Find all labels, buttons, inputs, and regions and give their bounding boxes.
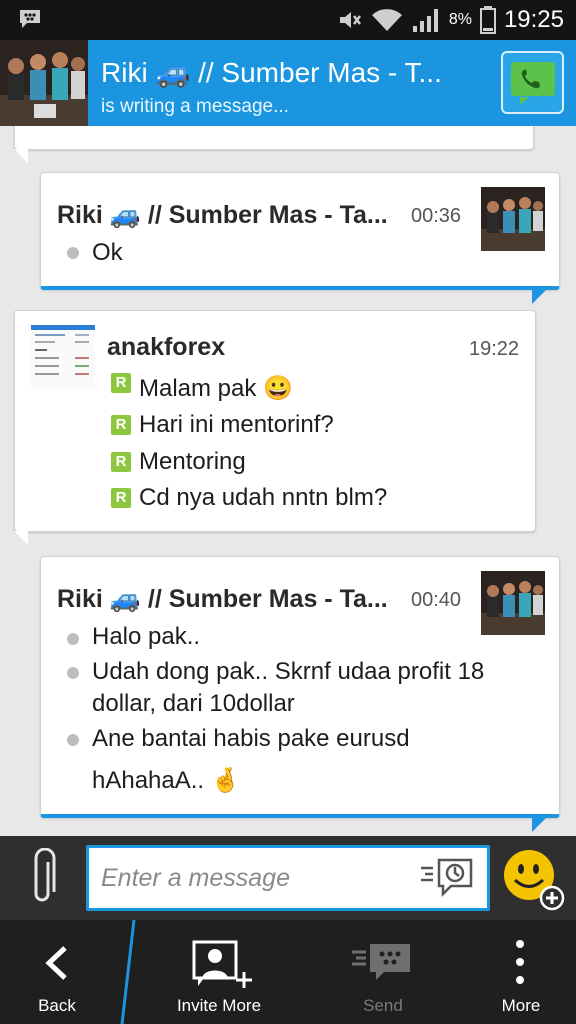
message-sender: Riki 🚙 // Sumber Mas - Ta... bbox=[57, 585, 388, 613]
composer-bar bbox=[0, 836, 576, 920]
contact-name[interactable]: Riki 🚙 // Sumber Mas - T... bbox=[101, 56, 501, 89]
message-text: Ok bbox=[92, 239, 123, 266]
status-bar: 8% 19:25 bbox=[0, 0, 576, 40]
back-chevron-icon bbox=[45, 946, 67, 980]
typing-status: is writing a message... bbox=[101, 96, 289, 117]
overflow-menu-icon bbox=[516, 940, 524, 984]
message-time: 00:40 bbox=[411, 589, 462, 611]
r-sticker-icon: R bbox=[111, 488, 131, 508]
message-sender: Riki 🚙 // Sumber Mas - Ta... bbox=[57, 201, 388, 229]
message-text: Ane bantai habis pake eurusd bbox=[92, 725, 410, 752]
back-button[interactable]: Back bbox=[0, 920, 114, 1024]
message-text: Halo pak.. bbox=[92, 623, 201, 650]
mute-icon bbox=[339, 12, 361, 28]
message-bullet bbox=[67, 667, 79, 679]
action-bar: Back Invite More Send More bbox=[0, 920, 576, 1024]
contact-avatar[interactable] bbox=[0, 40, 88, 126]
chat-header[interactable]: Riki 🚙 // Sumber Mas - T... is writing a… bbox=[0, 40, 576, 126]
message-list[interactable]: Riki 🚙 // Sumber Mas - Ta... 00:36 Ok an… bbox=[0, 126, 576, 836]
previous-message-edge bbox=[14, 126, 534, 150]
send-label: Send bbox=[363, 996, 403, 1015]
message-text: dollar, dari 10dollar bbox=[92, 690, 295, 717]
ping-clock-icon[interactable] bbox=[419, 854, 475, 900]
message-bubble[interactable]: Riki 🚙 // Sumber Mas - Ta... 00:40 Halo … bbox=[40, 556, 560, 818]
battery-percent: 8% bbox=[448, 11, 472, 28]
more-button[interactable]: More bbox=[466, 920, 576, 1024]
message-text: Cd nya udah nntn blm? bbox=[139, 484, 388, 511]
message-time: 19:22 bbox=[469, 338, 520, 360]
message-sender: anakforex bbox=[107, 333, 226, 361]
invite-more-button[interactable]: Invite More bbox=[138, 920, 300, 1024]
message-text: Malam pak 😀 bbox=[139, 375, 293, 402]
message-bullet bbox=[67, 247, 79, 259]
invite-more-label: Invite More bbox=[176, 996, 262, 1015]
more-label: More bbox=[501, 996, 541, 1015]
sender-avatar[interactable] bbox=[31, 325, 95, 389]
message-text: Mentoring bbox=[139, 448, 246, 475]
signal-icon bbox=[412, 9, 438, 32]
send-button[interactable]: Send bbox=[310, 920, 456, 1024]
action-bar-divider bbox=[120, 920, 136, 1024]
message-bullet bbox=[67, 633, 79, 645]
sender-avatar[interactable] bbox=[481, 571, 545, 635]
r-sticker-icon: R bbox=[111, 373, 131, 393]
r-sticker-icon: R bbox=[111, 415, 131, 435]
phone-icon bbox=[510, 61, 555, 105]
back-label: Back bbox=[38, 996, 76, 1015]
invite-contact-icon bbox=[192, 940, 252, 988]
message-text: hAhahaA.. 🤞 bbox=[92, 767, 241, 794]
attach-paperclip-icon[interactable] bbox=[26, 848, 60, 908]
battery-icon bbox=[479, 6, 496, 34]
message-bubble[interactable]: Riki 🚙 // Sumber Mas - Ta... 00:36 Ok bbox=[40, 172, 560, 290]
message-bubble[interactable]: anakforex 19:22 R Malam pak 😀 R Hari ini… bbox=[14, 310, 536, 532]
bbm-notification-icon bbox=[20, 10, 40, 28]
r-sticker-icon: R bbox=[111, 452, 131, 472]
sender-avatar[interactable] bbox=[481, 187, 545, 251]
message-bullet bbox=[67, 734, 79, 746]
message-text: Udah dong pak.. Skrnf udaa profit 18 bbox=[92, 658, 485, 685]
message-time: 00:36 bbox=[411, 205, 462, 227]
status-time: 19:25 bbox=[503, 6, 564, 33]
message-text: Hari ini mentorinf? bbox=[139, 411, 334, 438]
voice-call-button[interactable] bbox=[501, 51, 564, 114]
message-field[interactable] bbox=[86, 845, 490, 911]
emoji-picker-icon[interactable] bbox=[503, 849, 565, 911]
wifi-icon bbox=[371, 9, 402, 32]
message-input[interactable] bbox=[101, 860, 401, 896]
send-bbm-icon bbox=[352, 944, 410, 980]
